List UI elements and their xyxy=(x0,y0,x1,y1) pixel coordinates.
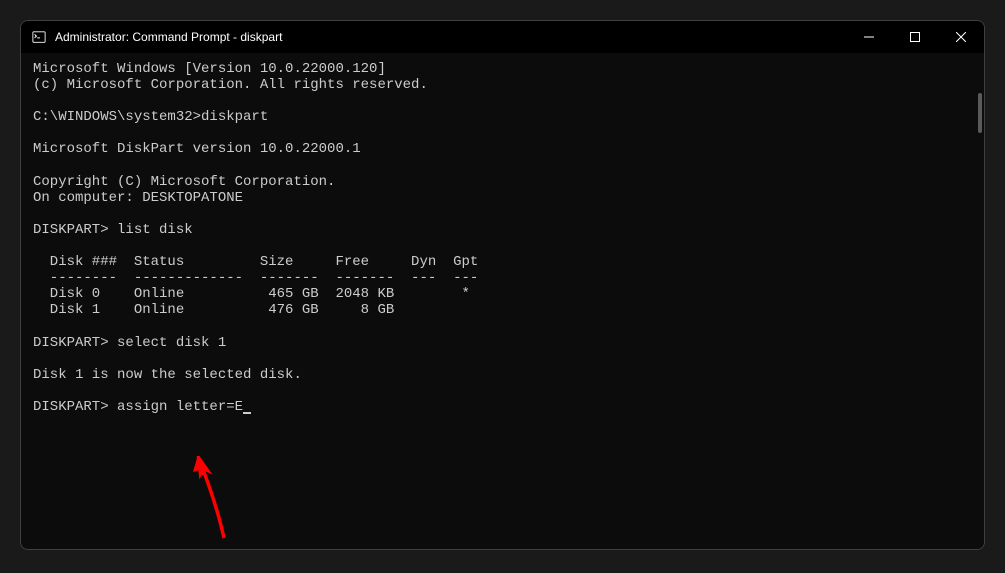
prompt-prefix: DISKPART> xyxy=(33,399,117,415)
text-cursor xyxy=(243,412,251,414)
table-row: Disk 0 Online 465 GB 2048 KB * xyxy=(33,286,470,302)
cmd-icon xyxy=(31,29,47,45)
close-button[interactable] xyxy=(938,21,984,53)
titlebar[interactable]: Administrator: Command Prompt - diskpart xyxy=(21,21,984,53)
output-line: On computer: DESKTOPATONE xyxy=(33,190,243,206)
prompt-line: DISKPART> list disk xyxy=(33,222,193,238)
terminal-window: Administrator: Command Prompt - diskpart… xyxy=(20,20,985,550)
window-controls xyxy=(846,21,984,53)
output-line: (c) Microsoft Corporation. All rights re… xyxy=(33,77,428,93)
current-command: assign letter=E xyxy=(117,399,243,415)
scrollbar-thumb[interactable] xyxy=(978,93,982,133)
prompt-line: C:\WINDOWS\system32>diskpart xyxy=(33,109,268,125)
terminal-output[interactable]: Microsoft Windows [Version 10.0.22000.12… xyxy=(21,53,984,549)
table-divider: -------- ------------- ------- ------- -… xyxy=(33,270,478,286)
table-header: Disk ### Status Size Free Dyn Gpt xyxy=(33,254,478,270)
table-row: Disk 1 Online 476 GB 8 GB xyxy=(33,302,394,318)
output-line: Microsoft Windows [Version 10.0.22000.12… xyxy=(33,61,386,77)
maximize-button[interactable] xyxy=(892,21,938,53)
output-line: Microsoft DiskPart version 10.0.22000.1 xyxy=(33,141,361,157)
minimize-button[interactable] xyxy=(846,21,892,53)
output-line: Disk 1 is now the selected disk. xyxy=(33,367,302,383)
prompt-line: DISKPART> select disk 1 xyxy=(33,335,226,351)
window-title: Administrator: Command Prompt - diskpart xyxy=(55,30,846,44)
output-line: Copyright (C) Microsoft Corporation. xyxy=(33,174,335,190)
